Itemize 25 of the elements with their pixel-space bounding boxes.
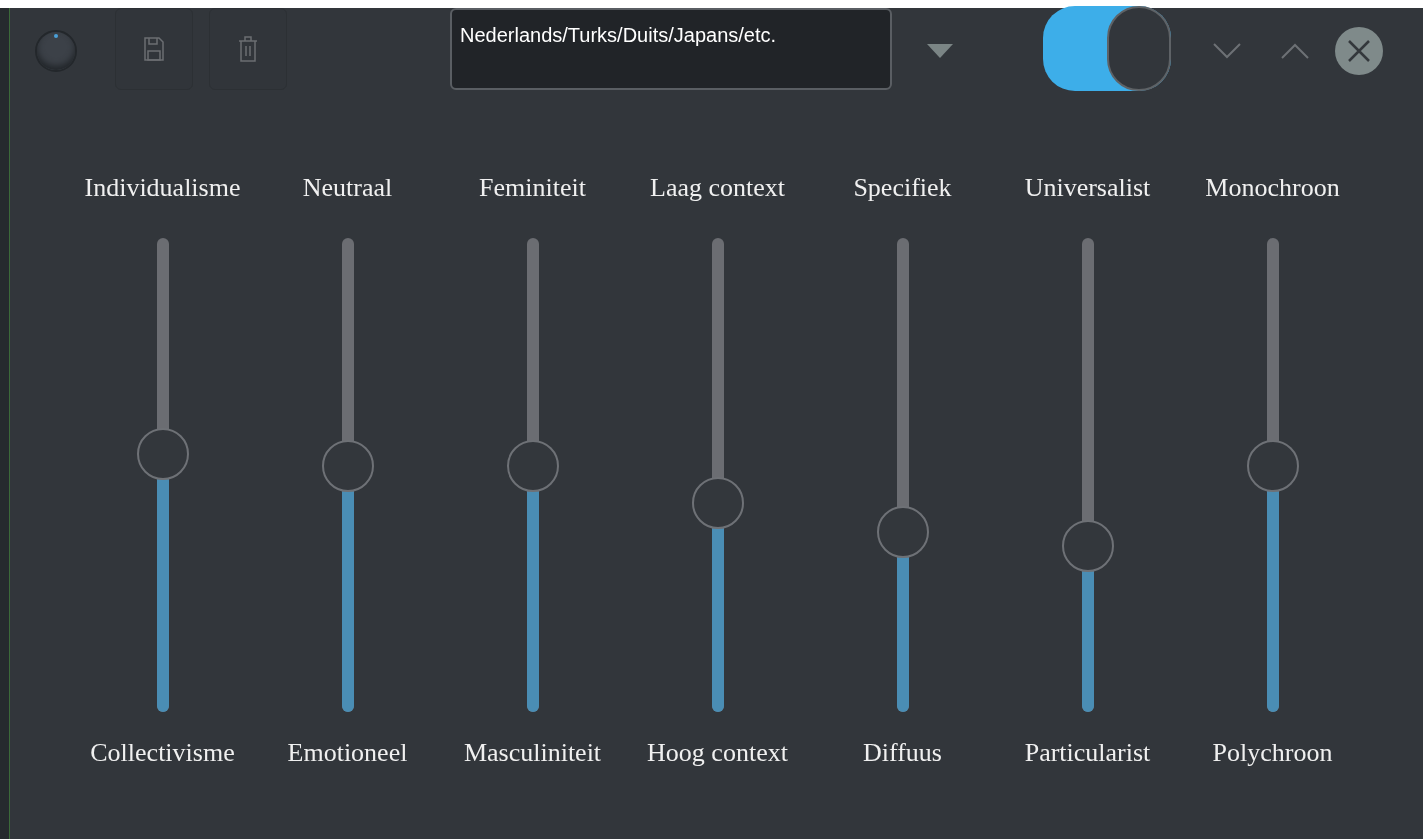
slider-label: Universalist <box>1024 175 1151 204</box>
chevron-up-icon[interactable] <box>1281 42 1309 59</box>
slider-label: Feminiteit <box>479 175 586 204</box>
slider-label: Diffuus <box>863 740 942 766</box>
slider-label: Specifiek <box>853 175 952 204</box>
language-field[interactable]: Nederlands/Turks/Duits/Japans/etc. <box>450 7 892 90</box>
delete-button[interactable] <box>209 7 287 90</box>
save-icon <box>144 36 164 61</box>
toggle-switch[interactable] <box>1043 6 1171 91</box>
slider-label: Polychroon <box>1212 740 1333 766</box>
chevron-down-icon[interactable] <box>1213 42 1241 59</box>
save-button[interactable] <box>115 7 193 90</box>
dial-knob[interactable] <box>35 29 77 72</box>
dropdown-caret-icon[interactable] <box>927 43 953 58</box>
slider-label: Masculiniteit <box>463 740 602 766</box>
slider-label: Monochroon <box>1205 175 1340 204</box>
slider-label: Emotioneel <box>287 740 408 766</box>
close-icon[interactable] <box>1335 26 1383 75</box>
slider-label: Hoog context <box>647 740 788 766</box>
slider-label: Individualisme <box>84 175 241 204</box>
trash-icon <box>238 35 258 62</box>
slider-label: Particularist <box>1024 740 1151 766</box>
slider-label: Neutraal <box>302 175 393 204</box>
slider-label: Collectivisme <box>90 740 235 766</box>
slider-label: Laag context <box>650 175 785 204</box>
